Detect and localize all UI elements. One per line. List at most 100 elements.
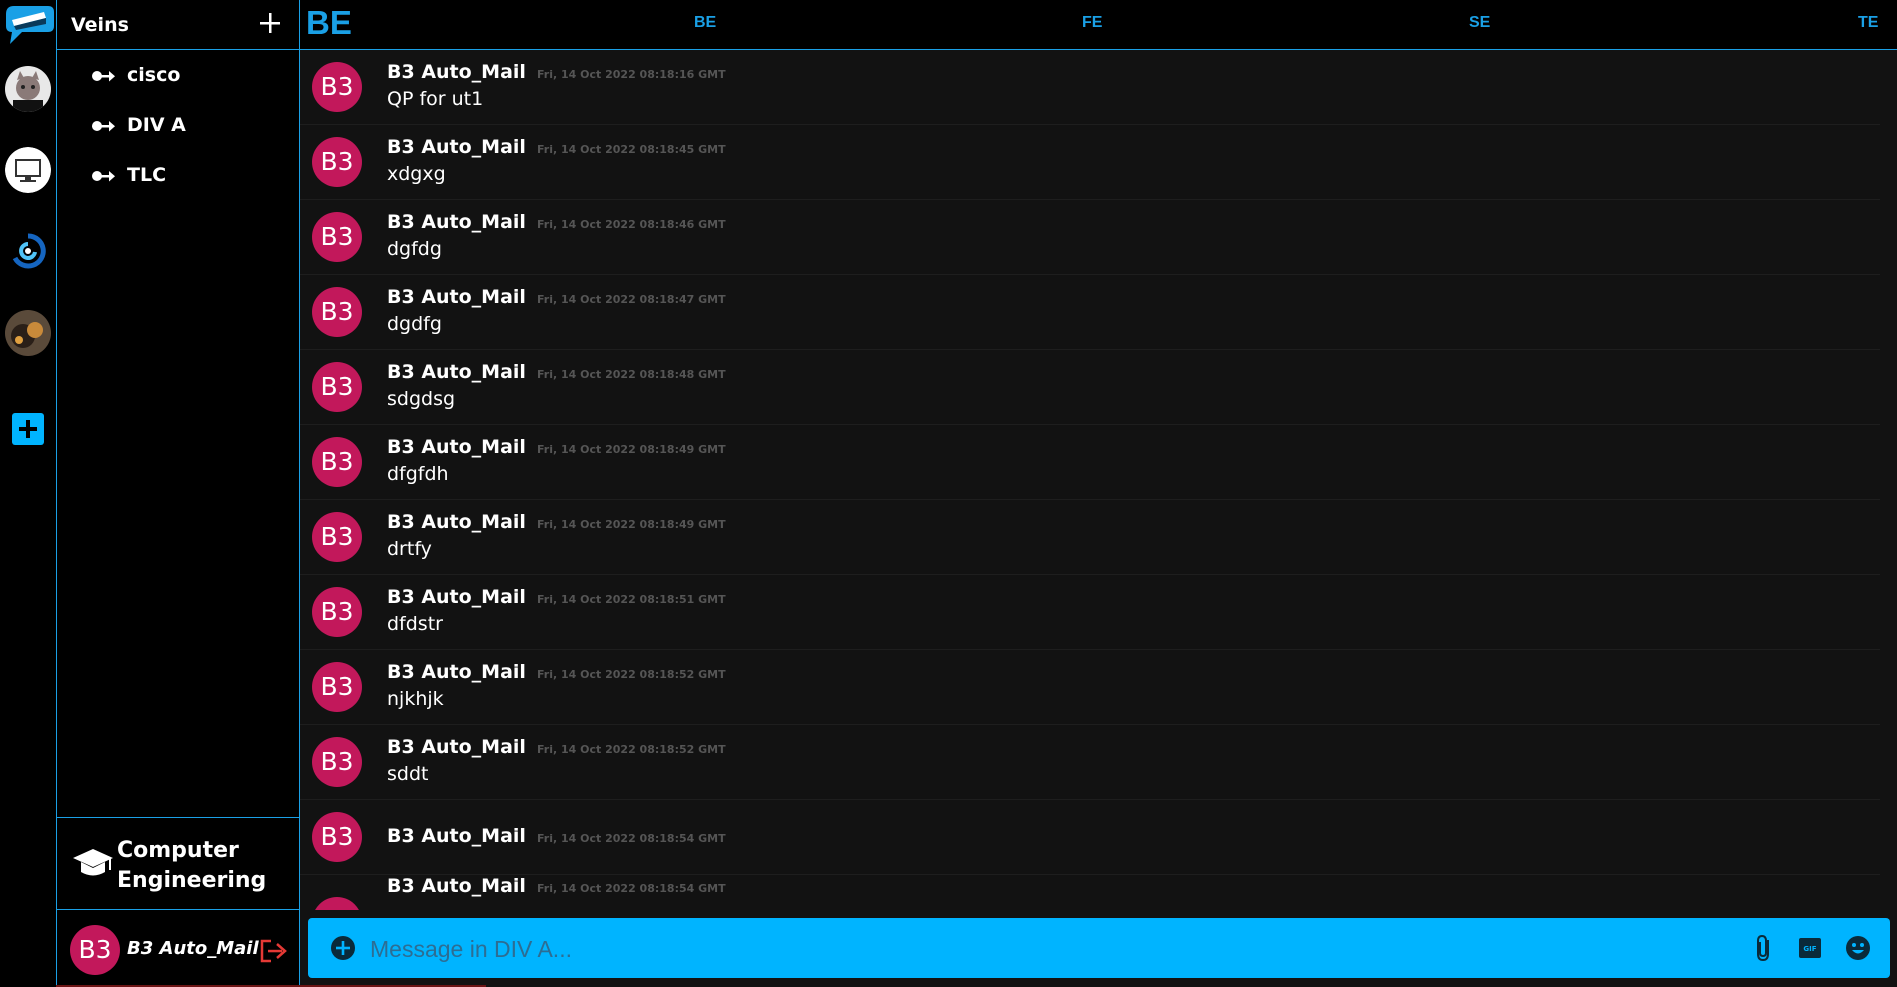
avatar[interactable]: B3 xyxy=(312,137,362,187)
avatar[interactable]: B3 xyxy=(312,737,362,787)
message-item: B3 B3 Auto_Mail Fri, 14 Oct 2022 08:18:5… xyxy=(300,576,1880,650)
message-author[interactable]: B3 Auto_Mail xyxy=(387,286,526,308)
svg-text:GIF: GIF xyxy=(1803,945,1816,953)
message-author[interactable]: B3 Auto_Mail xyxy=(387,825,526,847)
avatar[interactable]: B3 xyxy=(312,587,362,637)
avatar[interactable]: B3 xyxy=(312,212,362,262)
avatar[interactable]: B3 xyxy=(312,662,362,712)
add-circle-icon xyxy=(331,936,355,960)
message-author[interactable]: B3 Auto_Mail xyxy=(387,511,526,533)
server-swirl-icon[interactable] xyxy=(5,228,51,274)
tab-se[interactable]: SE xyxy=(1469,14,1490,32)
plus-icon xyxy=(260,13,280,33)
logout-button[interactable] xyxy=(259,938,287,964)
message-timestamp: Fri, 14 Oct 2022 08:18:54 GMT xyxy=(537,882,726,895)
channel-arrow-icon xyxy=(92,71,115,82)
message-text: dfgfdh xyxy=(387,463,449,485)
message-timestamp: Fri, 14 Oct 2022 08:18:16 GMT xyxy=(537,68,726,81)
top-bar: BE BE FE SE TE xyxy=(300,0,1897,50)
message-author[interactable]: B3 Auto_Mail xyxy=(387,436,526,458)
app-logo-icon[interactable] xyxy=(0,0,56,50)
message-author[interactable]: B3 Auto_Mail xyxy=(387,61,526,83)
avatar[interactable]: B3 xyxy=(312,812,362,862)
avatar[interactable]: B3 xyxy=(312,287,362,337)
sidebar-title: Veins xyxy=(71,14,129,36)
server-rail xyxy=(0,0,56,987)
message-author[interactable]: B3 Auto_Mail xyxy=(387,136,526,158)
message-text: drtfy xyxy=(387,538,432,560)
tab-fe[interactable]: FE xyxy=(1082,14,1102,32)
channel-sidebar: Veins cisco DIV A TLC Computer Engineeri… xyxy=(56,0,300,987)
message-timestamp: Fri, 14 Oct 2022 08:18:49 GMT xyxy=(537,443,726,456)
main-panel: BE BE FE SE TE B3 B3 Auto_Mail Fri, 14 O… xyxy=(300,0,1897,987)
message-author[interactable]: B3 Auto_Mail xyxy=(387,586,526,608)
channel-arrow-icon xyxy=(92,121,115,132)
department-name: Computer Engineering xyxy=(117,838,267,893)
message-item: B3 B3 Auto_Mail Fri, 14 Oct 2022 08:18:5… xyxy=(300,861,1880,910)
message-text: dgfdg xyxy=(387,238,442,260)
message-item: B3 B3 Auto_Mail Fri, 14 Oct 2022 08:18:5… xyxy=(300,726,1880,800)
message-text: dgdfg xyxy=(387,313,442,335)
message-author[interactable]: B3 Auto_Mail xyxy=(387,736,526,758)
gif-icon: GIF xyxy=(1799,938,1821,958)
avatar[interactable]: B3 xyxy=(312,62,362,112)
avatar[interactable]: B3 xyxy=(312,437,362,487)
tab-te[interactable]: TE xyxy=(1858,14,1878,32)
message-composer: GIF xyxy=(308,918,1890,978)
server-cat-avatar[interactable] xyxy=(5,66,51,112)
avatar[interactable]: B3 xyxy=(312,897,362,910)
graduation-cap-icon xyxy=(73,849,113,876)
message-text: dfdstr xyxy=(387,613,443,635)
message-item: B3 B3 Auto_Mail Fri, 14 Oct 2022 08:18:4… xyxy=(300,201,1880,275)
server-computer-icon[interactable] xyxy=(5,147,51,193)
message-timestamp: Fri, 14 Oct 2022 08:18:52 GMT xyxy=(537,668,726,681)
channel-item-cisco[interactable]: cisco xyxy=(91,62,271,92)
user-name: B3 Auto_Mail xyxy=(127,938,259,959)
channel-item-tlc[interactable]: TLC xyxy=(91,162,271,192)
message-text: xdgxg xyxy=(387,163,446,185)
message-author[interactable]: B3 Auto_Mail xyxy=(387,875,526,897)
attach-file-button[interactable] xyxy=(1748,932,1780,964)
channel-label: DIV A xyxy=(127,114,186,136)
avatar[interactable]: B3 xyxy=(312,512,362,562)
message-item: B3 B3 Auto_Mail Fri, 14 Oct 2022 08:18:4… xyxy=(300,276,1880,350)
avatar[interactable]: B3 xyxy=(312,362,362,412)
message-timestamp: Fri, 14 Oct 2022 08:18:46 GMT xyxy=(537,218,726,231)
sidebar-header: Veins xyxy=(57,0,299,50)
add-vein-button[interactable] xyxy=(257,10,283,36)
message-author[interactable]: B3 Auto_Mail xyxy=(387,661,526,683)
attachment-icon xyxy=(1757,934,1769,962)
message-timestamp: Fri, 14 Oct 2022 08:18:45 GMT xyxy=(537,143,726,156)
message-author[interactable]: B3 Auto_Mail xyxy=(387,211,526,233)
channel-arrow-icon xyxy=(92,171,115,182)
channel-label: cisco xyxy=(127,64,181,86)
server-fire-avatar[interactable] xyxy=(5,310,51,356)
message-timestamp: Fri, 14 Oct 2022 08:18:52 GMT xyxy=(537,743,726,756)
emoji-button[interactable] xyxy=(1842,932,1874,964)
tab-be[interactable]: BE xyxy=(694,14,716,32)
message-text: sdgdsg xyxy=(387,388,456,410)
message-item: B3 B3 Auto_Mail Fri, 14 Oct 2022 08:18:4… xyxy=(300,351,1880,425)
message-text: njkhjk xyxy=(387,688,444,710)
message-input[interactable] xyxy=(368,926,1672,972)
message-timestamp: Fri, 14 Oct 2022 08:18:51 GMT xyxy=(537,593,726,606)
message-text: QP for ut1 xyxy=(387,88,484,110)
message-item: B3 B3 Auto_Mail Fri, 14 Oct 2022 08:18:4… xyxy=(300,426,1880,500)
message-item: B3 B3 Auto_Mail Fri, 14 Oct 2022 08:18:4… xyxy=(300,501,1880,575)
add-server-icon[interactable] xyxy=(12,413,44,445)
message-timestamp: Fri, 14 Oct 2022 08:18:47 GMT xyxy=(537,293,726,306)
message-list[interactable]: B3 B3 Auto_Mail Fri, 14 Oct 2022 08:18:1… xyxy=(300,50,1880,910)
emoji-icon xyxy=(1846,936,1870,960)
message-timestamp: Fri, 14 Oct 2022 08:18:48 GMT xyxy=(537,368,726,381)
department-panel: Computer Engineering xyxy=(57,817,299,910)
avatar[interactable]: B3 xyxy=(70,925,120,975)
gif-button[interactable]: GIF xyxy=(1794,932,1826,964)
message-item: B3 B3 Auto_Mail Fri, 14 Oct 2022 08:18:1… xyxy=(300,51,1880,125)
message-text: sddt xyxy=(387,763,429,785)
logout-icon xyxy=(260,939,287,963)
channel-item-div-a[interactable]: DIV A xyxy=(91,112,271,142)
add-attachment-button[interactable] xyxy=(330,935,356,961)
message-author[interactable]: B3 Auto_Mail xyxy=(387,361,526,383)
page-title: BE xyxy=(306,4,352,41)
message-timestamp: Fri, 14 Oct 2022 08:18:49 GMT xyxy=(537,518,726,531)
